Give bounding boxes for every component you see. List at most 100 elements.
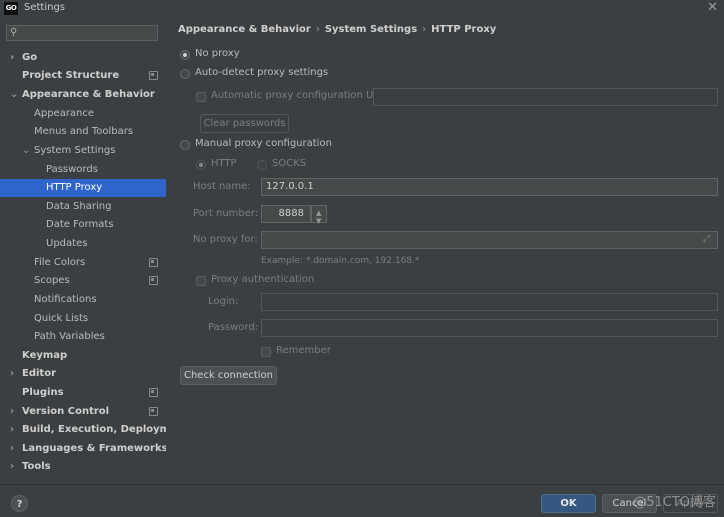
proxy-auth-checkbox[interactable]	[196, 276, 206, 286]
sidebar-item-label: System Settings	[34, 145, 116, 156]
host-name-label: Host name:	[193, 181, 251, 192]
title-bar: GO Settings ✕	[0, 0, 724, 18]
auto-config-url-input[interactable]	[373, 88, 718, 106]
chevron-right-icon[interactable]: ›	[10, 403, 14, 421]
sidebar-item-label: Passwords	[46, 164, 98, 175]
port-spinner[interactable]: ▲ ▼	[311, 205, 327, 225]
sidebar-item-label: Appearance	[34, 108, 95, 119]
sidebar-item-label: Languages & Frameworks	[22, 443, 168, 454]
chevron-down-icon[interactable]: ⌄	[10, 86, 18, 104]
goland-app-icon: GO	[4, 2, 18, 15]
sidebar-item-scopes[interactable]: Scopes	[0, 272, 166, 290]
sidebar-item-version-control[interactable]: › Version Control	[0, 403, 166, 421]
ok-button[interactable]: OK	[541, 494, 596, 513]
sidebar-item-quick-lists[interactable]: Quick Lists	[0, 310, 166, 328]
breadcrumb-separator: ›	[315, 24, 320, 35]
sidebar-item-tools[interactable]: › Tools	[0, 458, 166, 476]
project-level-icon	[149, 71, 158, 80]
sidebar-item-label: Appearance & Behavior	[22, 89, 155, 100]
port-number-input[interactable]: 8888	[261, 205, 311, 223]
breadcrumb-item[interactable]: System Settings	[325, 24, 417, 35]
sidebar-item-editor[interactable]: › Editor	[0, 365, 166, 383]
no-proxy-for-input[interactable]	[261, 231, 718, 249]
chevron-right-icon[interactable]: ›	[10, 458, 14, 476]
sidebar-item-build-execution-deployment[interactable]: › Build, Execution, Deployment	[0, 421, 189, 439]
auto-config-url-checkbox[interactable]	[196, 92, 206, 102]
auto-detect-label[interactable]: Auto-detect proxy settings	[195, 67, 328, 78]
watermark: @51CTO博客	[633, 495, 716, 510]
help-icon[interactable]: ?	[11, 495, 28, 512]
no-proxy-radio[interactable]	[180, 50, 190, 60]
sidebar-item-label: Path Variables	[34, 331, 105, 342]
password-label: Password:	[208, 322, 259, 333]
sidebar-item-project-structure[interactable]: Project Structure	[0, 67, 166, 85]
sidebar-item-appearance-behavior[interactable]: ⌄ Appearance & Behavior	[0, 86, 166, 104]
chevron-right-icon[interactable]: ›	[10, 440, 14, 458]
settings-content: Appearance & Behavior › System Settings › HT…	[166, 18, 724, 484]
sidebar-item-passwords[interactable]: Passwords	[0, 161, 166, 179]
sidebar-item-data-sharing[interactable]: Data Sharing	[0, 198, 166, 216]
sidebar-item-languages-frameworks[interactable]: › Languages & Frameworks	[0, 440, 168, 458]
project-level-icon	[149, 407, 158, 416]
search-input[interactable]: ⚲	[6, 25, 158, 41]
sidebar-item-label: Updates	[46, 238, 88, 249]
no-proxy-label[interactable]: No proxy	[195, 48, 240, 59]
sidebar-item-date-formats[interactable]: Date Formats	[0, 216, 166, 234]
sidebar-item-label: Editor	[22, 368, 56, 379]
login-input[interactable]	[261, 293, 718, 311]
project-level-icon	[149, 388, 158, 397]
sidebar-item-label: Plugins	[22, 387, 64, 398]
sidebar-item-go[interactable]: › Go	[0, 49, 166, 67]
sidebar-item-label: HTTP Proxy	[46, 182, 103, 193]
sidebar-item-notifications[interactable]: Notifications	[0, 291, 166, 309]
sidebar-item-keymap[interactable]: Keymap	[0, 347, 166, 365]
proxy-auth-label[interactable]: Proxy authentication	[211, 274, 314, 285]
auto-detect-radio[interactable]	[180, 69, 190, 79]
sidebar-item-path-variables[interactable]: Path Variables	[0, 328, 166, 346]
no-proxy-example: Example: *.domain.com, 192.168.*	[261, 256, 420, 266]
sidebar-item-http-proxy[interactable]: HTTP Proxy	[0, 179, 166, 197]
check-connection-button[interactable]: Check connection	[180, 366, 277, 385]
remember-label[interactable]: Remember	[276, 345, 331, 356]
sidebar-item-label: Version Control	[22, 406, 110, 417]
sidebar-item-label: Tools	[22, 461, 51, 472]
sidebar-item-label: File Colors	[34, 257, 86, 268]
sidebar-item-label: Go	[22, 52, 38, 63]
sidebar-item-menus-toolbars[interactable]: Menus and Toolbars	[0, 123, 166, 141]
chevron-down-icon[interactable]: ⌄	[22, 142, 30, 160]
sidebar-item-label: Data Sharing	[46, 201, 112, 212]
expand-icon[interactable]: ⤢	[703, 234, 710, 244]
sidebar-item-plugins[interactable]: Plugins	[0, 384, 166, 402]
http-radio[interactable]	[196, 160, 206, 170]
clear-passwords-button[interactable]: Clear passwords	[200, 114, 289, 133]
chevron-right-icon[interactable]: ›	[10, 365, 14, 383]
project-level-icon	[149, 276, 158, 285]
close-icon[interactable]: ✕	[707, 0, 718, 15]
sidebar-item-label: Keymap	[22, 350, 68, 361]
breadcrumb: Appearance & Behavior › System Settings › HT…	[178, 24, 496, 35]
remember-checkbox[interactable]	[261, 347, 271, 357]
chevron-right-icon[interactable]: ›	[10, 421, 14, 439]
sidebar-item-file-colors[interactable]: File Colors	[0, 254, 166, 272]
sidebar-item-label: Menus and Toolbars	[34, 126, 134, 137]
host-name-input[interactable]: 127.0.0.1	[261, 178, 718, 196]
sidebar-item-updates[interactable]: Updates	[0, 235, 166, 253]
auto-config-url-label: Automatic proxy configuration URL:	[211, 90, 390, 101]
chevron-down-icon[interactable]: ▼	[316, 213, 321, 229]
sidebar-item-label: Quick Lists	[34, 313, 89, 324]
socks-radio[interactable]	[257, 160, 267, 170]
socks-label[interactable]: SOCKS	[272, 158, 306, 169]
sidebar-item-system-settings[interactable]: ⌄ System Settings	[0, 142, 166, 160]
password-input[interactable]	[261, 319, 718, 337]
http-label[interactable]: HTTP	[211, 158, 237, 169]
chevron-right-icon[interactable]: ›	[10, 49, 14, 67]
window-title: Settings	[24, 2, 66, 13]
no-proxy-for-label: No proxy for:	[193, 234, 258, 245]
port-number-label: Port number:	[193, 208, 259, 219]
sidebar-item-label: Scopes	[34, 275, 70, 286]
manual-proxy-radio[interactable]	[180, 140, 190, 150]
sidebar-item-label: Date Formats	[46, 219, 114, 230]
manual-proxy-label[interactable]: Manual proxy configuration	[195, 138, 332, 149]
breadcrumb-item[interactable]: Appearance & Behavior	[178, 24, 311, 35]
sidebar-item-appearance[interactable]: Appearance	[0, 105, 166, 123]
